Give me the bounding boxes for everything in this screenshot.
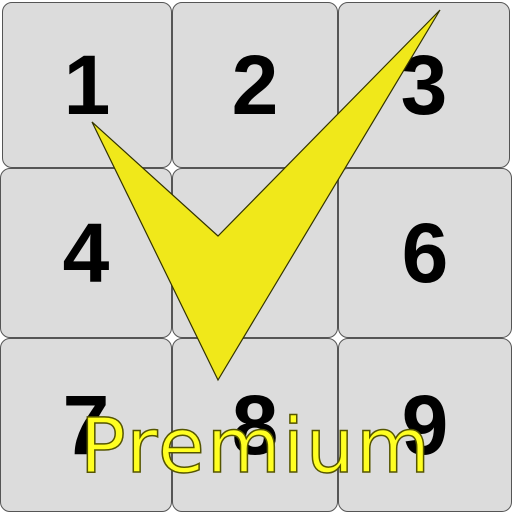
tile-number: 3 (400, 38, 448, 132)
tile-number: 4 (62, 206, 110, 300)
tile-number: 2 (231, 38, 279, 132)
tile-4: 4 (0, 168, 172, 338)
tile-number: 5 (231, 206, 279, 300)
tile-1: 1 (2, 2, 172, 168)
app-icon: 1 2 3 4 5 6 7 8 9 Premium (0, 0, 512, 512)
tile-3: 3 (338, 2, 510, 168)
premium-badge-label: Premium (79, 401, 433, 490)
tile-5: 5 (172, 168, 338, 338)
tile-number: 1 (63, 38, 111, 132)
tile-2: 2 (172, 2, 338, 168)
tile-6: 6 (338, 168, 512, 338)
tile-number: 6 (401, 206, 449, 300)
